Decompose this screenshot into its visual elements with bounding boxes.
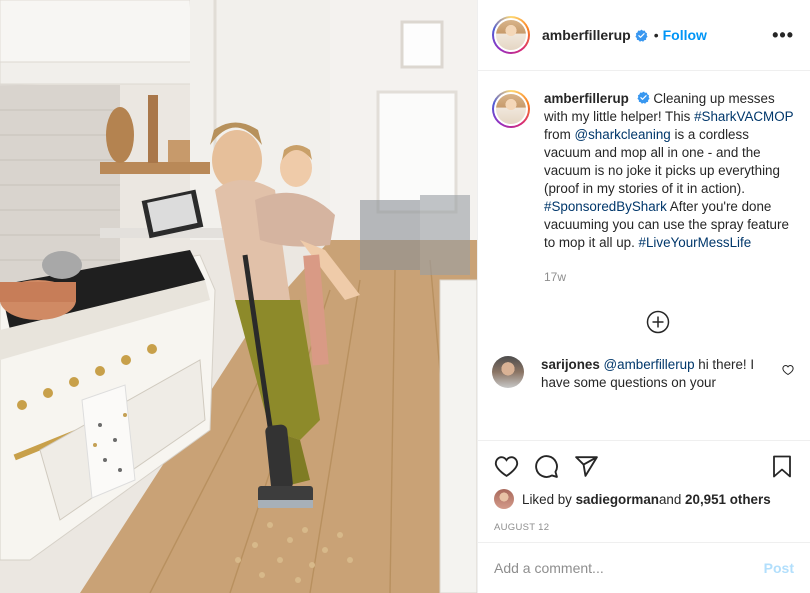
- paper-plane-icon: [575, 455, 598, 477]
- plus-circle-icon[interactable]: [646, 310, 670, 334]
- caption-username[interactable]: amberfillerup: [544, 91, 629, 106]
- save-button[interactable]: [770, 454, 794, 479]
- hashtag-link[interactable]: #LiveYourMessLife: [639, 235, 752, 250]
- caption-avatar[interactable]: [492, 90, 530, 128]
- hashtag-link[interactable]: #SharkVACMOP: [694, 109, 793, 124]
- liker-avatar[interactable]: [494, 489, 514, 509]
- heart-icon: [494, 455, 519, 477]
- post-header: amberfillerup • Follow •••: [478, 0, 810, 71]
- liker-username[interactable]: sadiegorman: [576, 492, 659, 507]
- caption-text: from: [544, 127, 575, 142]
- comments-section[interactable]: amberfillerup Cleaning up messes with my…: [478, 72, 810, 440]
- caption-body: amberfillerup Cleaning up messes with my…: [544, 90, 794, 286]
- more-options-button[interactable]: •••: [772, 25, 794, 46]
- likes-summary: Liked by sadiegorman and 20,951 others: [494, 489, 794, 509]
- comment-item: sarijones @amberfillerup hi there! I hav…: [492, 356, 794, 392]
- verified-badge-icon: [637, 91, 650, 104]
- add-comment-bar: Post: [478, 542, 810, 593]
- comment-input[interactable]: [494, 560, 764, 576]
- share-button[interactable]: [574, 454, 599, 479]
- action-bar: [494, 441, 794, 491]
- comment-body: sarijones @amberfillerup hi there! I hav…: [541, 356, 763, 392]
- caption-avatar-image: [496, 94, 526, 124]
- author-username[interactable]: amberfillerup: [542, 27, 631, 43]
- post-comment-button[interactable]: Post: [764, 560, 794, 576]
- mention-link[interactable]: @amberfillerup: [604, 357, 695, 372]
- comment-button[interactable]: [534, 454, 559, 479]
- commenter-avatar[interactable]: [492, 356, 524, 388]
- post-date[interactable]: AUGUST 12: [494, 522, 794, 533]
- post-actions-area: Liked by sadiegorman and 20,951 others A…: [478, 440, 810, 533]
- post-photo[interactable]: [0, 0, 477, 593]
- author-avatar[interactable]: [492, 16, 530, 54]
- verified-badge-icon: [635, 29, 648, 42]
- hashtag-link[interactable]: #SponsoredByShark: [544, 199, 667, 214]
- load-more-comments[interactable]: [522, 310, 794, 334]
- mention-link[interactable]: @sharkcleaning: [575, 127, 671, 142]
- like-button[interactable]: [494, 454, 519, 479]
- follow-button[interactable]: Follow: [663, 27, 707, 43]
- likes-count-link[interactable]: 20,951 others: [685, 492, 771, 507]
- author-avatar-image: [496, 20, 526, 50]
- bookmark-icon: [773, 455, 791, 477]
- comment-bubble-icon: [535, 454, 558, 478]
- header-separator: •: [653, 27, 659, 43]
- commenter-username[interactable]: sarijones: [541, 357, 600, 372]
- caption: amberfillerup Cleaning up messes with my…: [492, 90, 794, 286]
- post-photo-illustration: [0, 0, 477, 593]
- likes-prefix: Liked by: [522, 491, 572, 507]
- post-sidebar: amberfillerup • Follow ••• amberfillerup…: [477, 0, 810, 593]
- caption-timestamp[interactable]: 17w: [544, 268, 794, 286]
- likes-middle: and: [658, 491, 682, 507]
- comment-like-heart-icon[interactable]: [782, 364, 794, 376]
